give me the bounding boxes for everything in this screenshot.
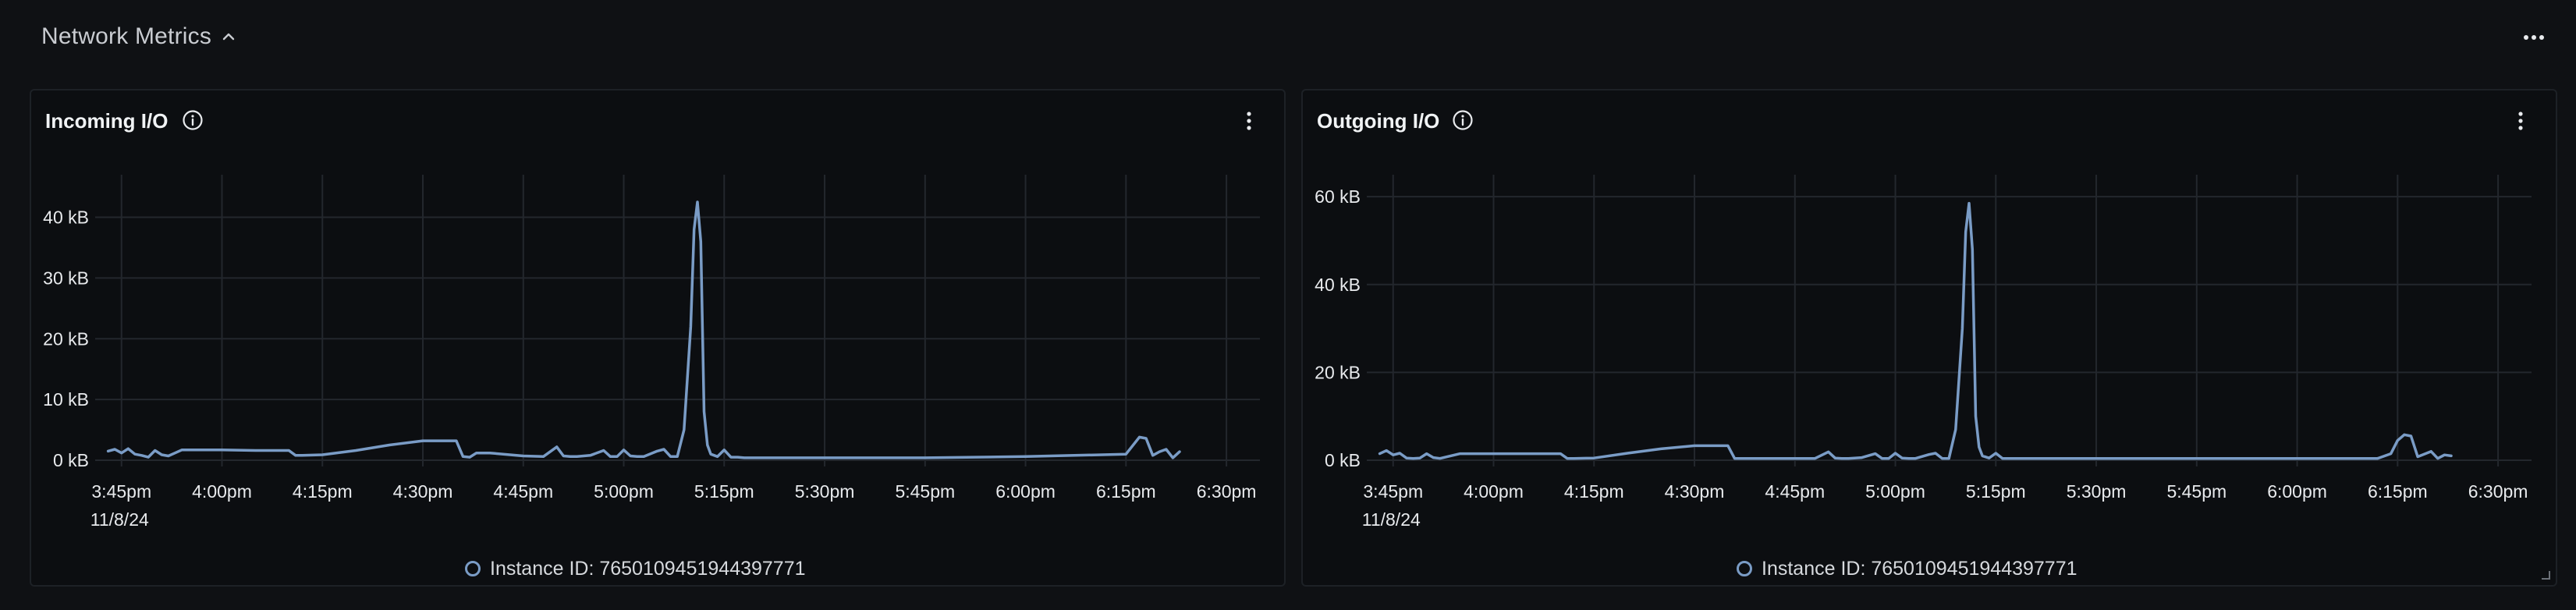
y-tick-label: 0 kB [53, 450, 89, 470]
chart-legend[interactable]: Instance ID: 7650109451944397771 [465, 555, 806, 582]
x-tick-label: 5:15pm [1966, 481, 2026, 502]
y-tick-label: 40 kB [43, 207, 89, 228]
x-tick-label: 4:00pm [192, 481, 252, 502]
more-vertical-icon[interactable] [2513, 109, 2528, 133]
x-tick-label: 4:30pm [393, 481, 453, 502]
section-title[interactable]: Network Metrics [41, 23, 211, 50]
chart-legend[interactable]: Instance ID: 7650109451944397771 [1737, 555, 2077, 582]
x-tick-label: 6:00pm [2267, 481, 2327, 502]
legend-series-label: Instance ID: 7650109451944397771 [490, 557, 806, 580]
x-tick-label: 4:45pm [493, 481, 553, 502]
legend-series-marker [1737, 561, 1752, 576]
x-tick-label: 5:45pm [895, 481, 955, 502]
panel-title: Incoming I/O [45, 109, 169, 133]
x-tick-label: 4:45pm [1765, 481, 1825, 502]
info-icon[interactable] [1452, 109, 1474, 131]
y-tick-label: 10 kB [43, 389, 89, 410]
resize-handle-icon[interactable] [2539, 568, 2551, 580]
x-tick-label: 5:00pm [594, 481, 654, 502]
x-tick-label: 6:30pm [2468, 481, 2528, 502]
chevron-up-icon[interactable] [220, 28, 237, 45]
x-tick-label: 5:30pm [795, 481, 855, 502]
x-tick-label: 3:45pm [91, 481, 151, 502]
y-tick-label: 20 kB [1315, 362, 1361, 382]
legend-series-marker [465, 561, 481, 576]
x-tick-label: 6:15pm [1096, 481, 1156, 502]
x-tick-label: 5:45pm [2166, 481, 2227, 502]
x-date-label: 11/8/24 [1362, 509, 1421, 530]
y-tick-label: 0 kB [1325, 450, 1361, 470]
x-tick-label: 4:15pm [293, 481, 353, 502]
outgoing-io-panel: 3:45pm 4:00pm 4:15pm 4:30pm 4:45pm 5:00pm 5:15… [1301, 89, 2557, 587]
more-vertical-icon[interactable] [1241, 109, 1257, 133]
more-horizontal-icon[interactable] [2518, 27, 2549, 48]
x-tick-label: 4:00pm [1464, 481, 1524, 502]
x-tick-label: 4:30pm [1665, 481, 1725, 502]
x-tick-label: 6:15pm [2368, 481, 2428, 502]
series-line[interactable] [106, 200, 1181, 459]
incoming-io-panel: 3:45pm 4:00pm 4:15pm 4:30pm 4:45pm 5:00pm 5:15… [30, 89, 1286, 587]
y-tick-label: 30 kB [43, 268, 89, 288]
x-tick-label: 3:45pm [1363, 481, 1423, 502]
incoming-io-chart: 3:45pm 4:00pm 4:15pm 4:30pm 4:45pm 5:00pm 5:15… [43, 175, 1260, 530]
x-tick-label: 4:15pm [1564, 481, 1624, 502]
x-date-label: 11/8/24 [90, 509, 149, 530]
legend-series-label: Instance ID: 7650109451944397771 [1762, 557, 2077, 580]
x-tick-label: 6:00pm [995, 481, 1056, 502]
x-tick-label: 5:00pm [1865, 481, 1925, 502]
y-tick-label: 40 kB [1315, 275, 1361, 295]
outgoing-io-chart: 3:45pm 4:00pm 4:15pm 4:30pm 4:45pm 5:00pm 5:15… [1315, 175, 2532, 530]
info-icon[interactable] [182, 109, 204, 131]
x-tick-label: 5:30pm [2067, 481, 2127, 502]
series-line[interactable] [1378, 201, 2453, 460]
y-tick-label: 60 kB [1315, 186, 1361, 207]
x-tick-label: 5:15pm [694, 481, 754, 502]
section-header: Network Metrics [0, 0, 2576, 75]
y-tick-label: 20 kB [43, 328, 89, 349]
panel-title: Outgoing I/O [1317, 109, 1440, 133]
x-tick-label: 6:30pm [1197, 481, 1257, 502]
